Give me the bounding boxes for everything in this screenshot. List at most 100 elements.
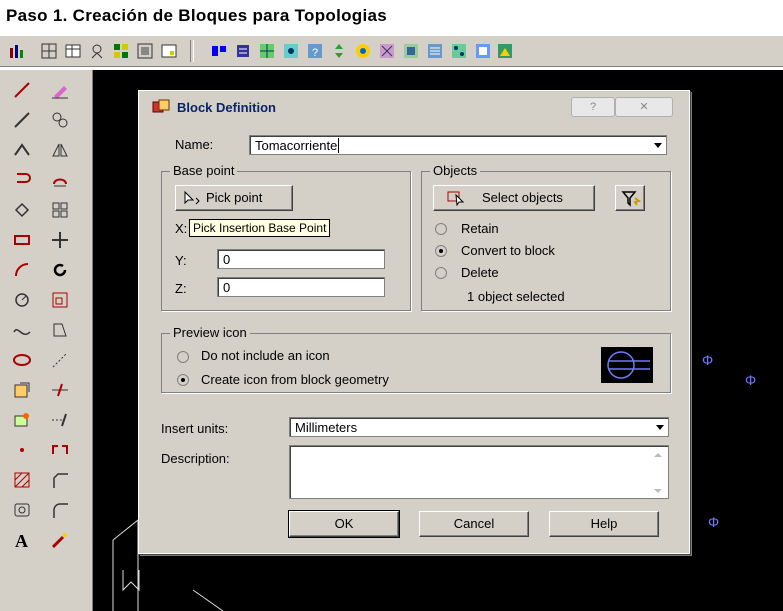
outlet-symbol[interactable]: Φ	[708, 514, 719, 530]
block-definition-icon	[152, 99, 170, 113]
name-label: Name:	[175, 137, 214, 152]
insert-units-select[interactable]: Millimeters	[289, 417, 669, 437]
erase-icon[interactable]	[50, 80, 70, 100]
query-icon[interactable]: ?	[306, 42, 324, 60]
view-icon[interactable]	[474, 42, 492, 60]
offset-icon[interactable]	[50, 170, 70, 190]
rectangle-icon[interactable]	[12, 230, 32, 250]
selection-status: 1 object selected	[467, 289, 565, 304]
trim-icon[interactable]	[50, 380, 70, 400]
y-label: Y:	[175, 253, 187, 268]
description-scrollbar[interactable]	[651, 449, 665, 497]
svg-text:?: ?	[312, 47, 318, 59]
spline-icon[interactable]	[12, 320, 32, 340]
pick-point-label: Pick point	[206, 190, 263, 205]
ellipse-icon[interactable]	[12, 350, 32, 370]
dialog-titlebar[interactable]: Block Definition ? ✕	[139, 91, 689, 121]
arc-icon[interactable]	[12, 260, 32, 280]
move-cross-icon[interactable]	[50, 230, 70, 250]
move-icon[interactable]	[330, 42, 348, 60]
chevron-down-icon[interactable]	[654, 143, 662, 148]
line-icon[interactable]	[12, 80, 32, 100]
select-objects-label: Select objects	[482, 190, 563, 205]
point-icon[interactable]	[12, 440, 32, 460]
fillet-icon[interactable]	[50, 500, 70, 520]
chamfer-icon[interactable]	[50, 470, 70, 490]
quick-select-button[interactable]	[615, 185, 645, 211]
extend-icon[interactable]	[50, 410, 70, 430]
filter-icon	[621, 191, 641, 207]
name-combobox[interactable]: Tomacorriente	[249, 135, 667, 155]
lengthen-icon[interactable]	[50, 350, 70, 370]
circle-icon[interactable]	[12, 290, 32, 310]
render-icon[interactable]	[496, 42, 514, 60]
group-icon[interactable]	[136, 42, 154, 60]
x-label: X:	[175, 221, 188, 236]
mirror-icon[interactable]	[50, 140, 70, 160]
page-title: Paso 1. Creación de Bloques para Topolog…	[6, 6, 388, 25]
break-icon[interactable]	[50, 440, 70, 460]
explode-tool-icon[interactable]	[50, 530, 70, 550]
insert-block-icon[interactable]	[12, 380, 32, 400]
make-block-icon[interactable]	[12, 410, 32, 430]
pick-point-tooltip: Pick Insertion Base Point	[189, 219, 331, 237]
attribute-icon[interactable]	[88, 42, 106, 60]
bar-chart-icon[interactable]	[8, 42, 26, 60]
block-icon[interactable]	[112, 42, 130, 60]
snap-icon[interactable]	[282, 42, 300, 60]
insert-units-value: Millimeters	[295, 420, 358, 435]
create-icon-label: Create icon from block geometry	[201, 372, 389, 387]
array-grid-icon[interactable]	[50, 200, 70, 220]
copy-icon[interactable]	[50, 110, 70, 130]
construction-line-icon[interactable]	[12, 110, 32, 130]
create-icon-radio[interactable]	[177, 374, 189, 386]
z-coordinate-field[interactable]: 0	[217, 277, 385, 297]
retain-radio[interactable]	[435, 223, 447, 235]
convert-to-block-radio[interactable]	[435, 245, 447, 257]
array-icon[interactable]	[450, 42, 468, 60]
scale-icon[interactable]	[50, 290, 70, 310]
pick-point-button[interactable]: Pick point	[175, 185, 293, 211]
outlet-symbol[interactable]: Φ	[702, 352, 713, 368]
scroll-arrows-icon	[654, 453, 662, 493]
region-icon[interactable]	[402, 42, 420, 60]
stretch-icon[interactable]	[50, 320, 70, 340]
rotate-icon[interactable]	[50, 260, 70, 280]
layer-icon[interactable]	[210, 42, 228, 60]
select-objects-icon	[447, 191, 465, 206]
svg-text:A: A	[15, 531, 28, 550]
help-caption-button[interactable]: ?	[571, 97, 615, 117]
select-objects-button[interactable]: Select objects	[433, 185, 595, 211]
close-icon[interactable]: ✕	[615, 97, 673, 117]
properties-icon[interactable]	[234, 42, 252, 60]
help-button[interactable]: Help	[549, 511, 659, 537]
base-point-title: Base point	[170, 163, 238, 178]
outlet-symbol[interactable]: Φ	[745, 372, 756, 388]
retain-label: Retain	[461, 221, 499, 236]
preview-icon-title: Preview icon	[170, 325, 250, 340]
description-textarea[interactable]	[289, 445, 669, 499]
no-icon-radio[interactable]	[177, 351, 189, 363]
frame-icon[interactable]	[160, 42, 178, 60]
no-icon-label: Do not include an icon	[201, 348, 330, 363]
explode-icon[interactable]	[378, 42, 396, 60]
block-preview-icon	[607, 351, 650, 379]
table-icon[interactable]	[64, 42, 82, 60]
polygon-icon[interactable]	[12, 170, 32, 190]
delete-radio[interactable]	[435, 267, 447, 279]
diamond-icon[interactable]	[12, 200, 32, 220]
description-label: Description:	[161, 451, 230, 466]
text-icon[interactable]: A	[12, 530, 32, 550]
delete-label: Delete	[461, 265, 499, 280]
hatch-icon[interactable]	[40, 42, 58, 60]
hatch-pattern-icon[interactable]	[12, 470, 32, 490]
grid-icon[interactable]	[258, 42, 276, 60]
ok-button[interactable]: OK	[288, 510, 400, 538]
y-coordinate-field[interactable]: 0	[217, 249, 385, 269]
color-icon[interactable]	[354, 42, 372, 60]
cancel-button[interactable]: Cancel	[419, 511, 529, 537]
list-icon[interactable]	[426, 42, 444, 60]
chevron-down-icon[interactable]	[656, 425, 664, 430]
region-shape-icon[interactable]	[12, 500, 32, 520]
polyline-icon[interactable]	[12, 140, 32, 160]
